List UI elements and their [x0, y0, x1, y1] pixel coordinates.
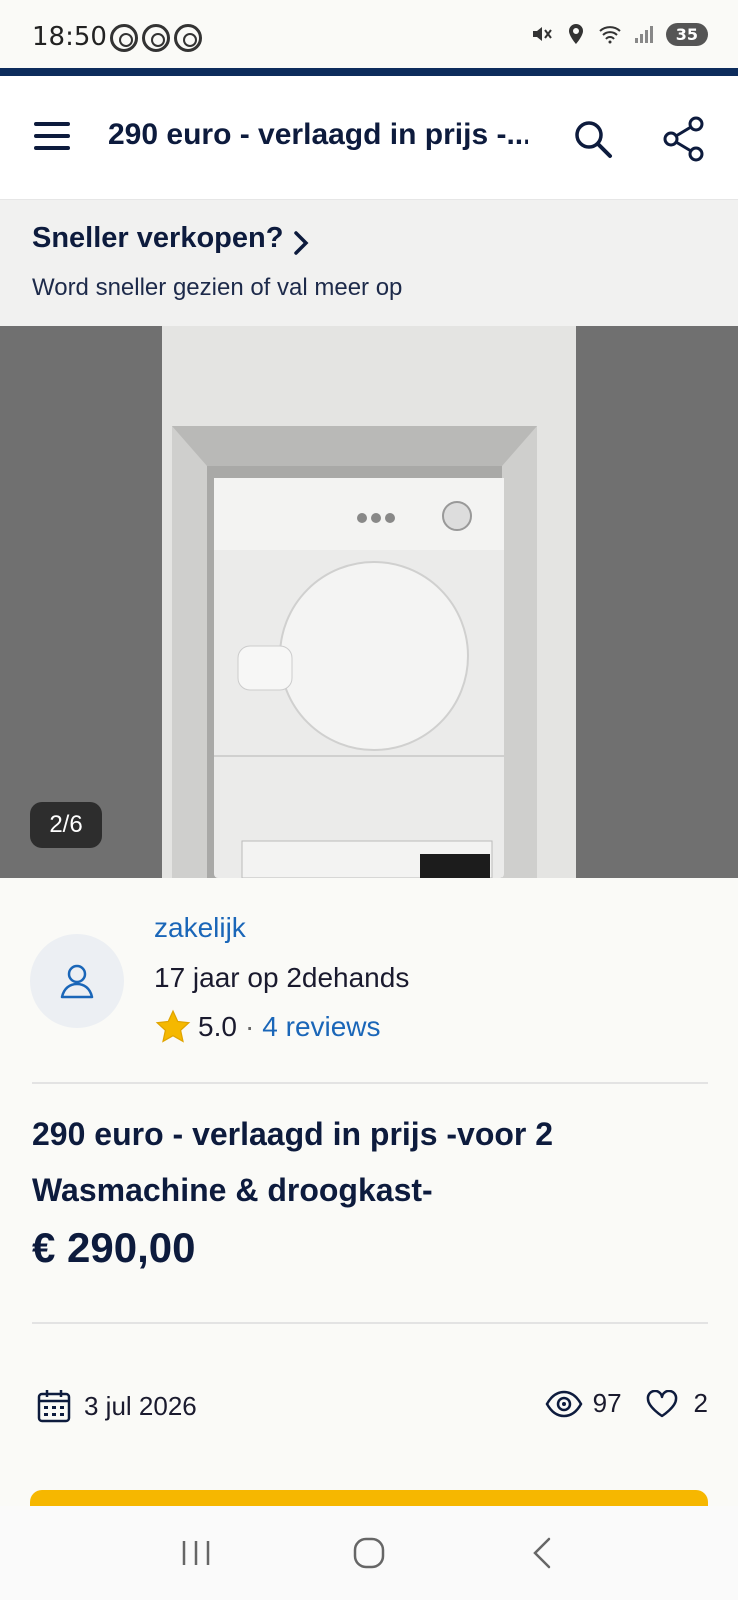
avatar[interactable] — [30, 934, 124, 1028]
rating-value: 5.0 — [198, 1011, 237, 1042]
system-nav-bar — [0, 1506, 738, 1600]
favorite-button[interactable]: 2 — [646, 1388, 708, 1419]
star-icon — [155, 1009, 191, 1043]
calendar-icon — [37, 1390, 71, 1423]
notification-icons — [110, 24, 202, 52]
dryer-photo — [162, 326, 576, 878]
listing-date: 3 jul 2026 — [36, 1388, 197, 1424]
eye-icon — [545, 1390, 583, 1417]
user-icon — [60, 964, 94, 999]
notification-icon — [174, 24, 202, 52]
search-icon[interactable] — [572, 118, 616, 162]
home-icon — [353, 1537, 385, 1569]
divider — [32, 1322, 708, 1324]
recent-apps-button[interactable] — [166, 1523, 226, 1583]
promo-subtitle: Word sneller gezien of val meer op — [32, 274, 403, 301]
seller-rating: 5.0 · 4 reviews — [154, 1008, 381, 1046]
photo-counter: 2/6 — [30, 802, 102, 848]
chevron-right-icon — [294, 231, 309, 255]
listing-photo[interactable]: 2/6 — [0, 326, 738, 878]
seller-membership: 17 jaar op 2dehands — [154, 962, 410, 993]
home-button[interactable] — [339, 1523, 399, 1583]
recent-apps-icon — [183, 1541, 210, 1565]
page-title: 290 euro - verlaagd in prijs -... — [108, 118, 528, 151]
system-icons: 35 — [530, 22, 708, 46]
view-count: 97 — [592, 1388, 622, 1418]
seller-name-link[interactable]: zakelijk — [154, 912, 246, 944]
divider — [32, 1082, 708, 1084]
listing-stats: 97 2 — [545, 1388, 708, 1419]
wifi-icon — [599, 26, 621, 44]
signal-icon — [634, 26, 653, 43]
menu-icon[interactable] — [34, 122, 74, 152]
mute-icon — [532, 27, 552, 41]
listing-price: € 290,00 — [32, 1224, 196, 1271]
date-text: 3 jul 2026 — [84, 1390, 197, 1421]
notification-icon — [142, 24, 170, 52]
notification-icon — [110, 24, 138, 52]
reviews-link[interactable]: 4 reviews — [262, 1011, 380, 1043]
status-time: 18:50 — [32, 22, 107, 52]
app-bar: 290 euro - verlaagd in prijs -... — [0, 76, 738, 200]
status-bar: 18:50 35 — [0, 0, 738, 68]
promo-title: Sneller verkopen? — [32, 222, 284, 254]
heart-icon — [646, 1389, 677, 1417]
favorite-count: 2 — [693, 1388, 708, 1418]
rating-separator: · — [244, 1011, 255, 1042]
back-button[interactable] — [512, 1523, 572, 1583]
share-icon[interactable] — [662, 116, 706, 162]
promo-banner[interactable]: Sneller verkopen? Word sneller gezien of… — [0, 200, 738, 326]
location-icon — [568, 24, 583, 44]
brand-accent-bar — [0, 68, 738, 76]
listing-title: 290 euro - verlaagd in prijs -voor 2 Was… — [32, 1116, 554, 1208]
back-icon — [532, 1537, 550, 1569]
battery-icon: 35 — [665, 22, 708, 46]
